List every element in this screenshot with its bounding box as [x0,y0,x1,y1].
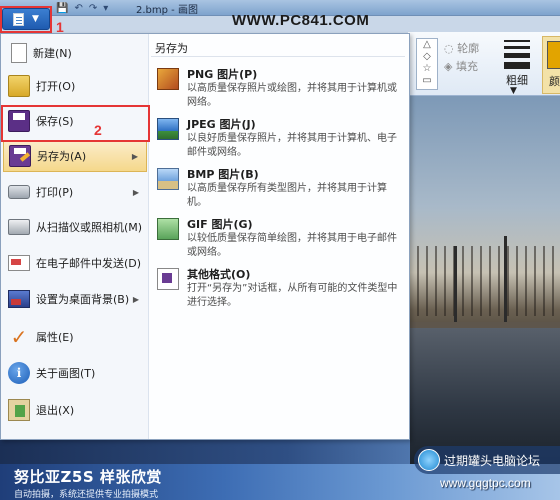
highlight-box-step2 [1,105,150,142]
properties-check-icon: ✓ [10,325,28,349]
thickness-dropdown-icon: ▼ [510,86,517,96]
fill-button[interactable]: ◈ 填充 [444,58,478,74]
exit-icon [8,399,30,421]
step-1-label: 1 [56,19,64,35]
banner-title: 努比亚Z5S 样张欣赏 [14,468,162,486]
scanner-icon [8,219,30,235]
save-as-png-option[interactable]: PNG 图片(P) 以高质量保存照片或绘图，并将其用于计算机或网络。 [153,64,405,120]
redo-icon[interactable]: ↷ [89,3,97,14]
trees-area [408,246,560,316]
printer-icon [8,185,30,199]
save-as-other-formats-option[interactable]: 其他格式(O) 打开“另存为”对话框，从所有可能的文件类型中进行选择。 [153,264,405,320]
bmp-image-icon [157,168,179,190]
email-icon [8,255,30,271]
forum-logo-icon [418,449,440,471]
street-lamp [454,246,457,326]
open-folder-icon [8,75,30,97]
shapes-gallery[interactable]: △ ◇ ☆ ▭ [416,38,438,90]
shape-triangle-icon[interactable]: △ [417,39,437,51]
color-swatch [547,41,560,69]
thickness-icon [504,40,530,73]
save-as-jpeg-option[interactable]: JPEG 图片(J) 以良好质量保存照片，并将其用于计算机、电子邮件或网络。 [153,114,405,170]
desktop-icon [8,290,30,308]
fill-icon: ◈ [444,60,456,73]
menu-item-from-scanner[interactable]: 从扫描仪或照相机(M) [3,212,147,242]
jpeg-image-icon [157,118,179,140]
shape-callout-icon[interactable]: ▭ [417,75,437,87]
street-lamp [504,236,507,326]
menu-item-new[interactable]: 新建(N) [3,38,147,68]
new-file-icon [11,43,27,63]
png-image-icon [157,68,179,90]
forum-url: www.gqgtpc.com [440,476,531,490]
canvas-image[interactable] [408,96,560,464]
color1-selector[interactable]: 颜色 [542,36,560,94]
menu-item-save-as[interactable]: 另存为(A) ▶ [3,140,147,172]
site-watermark: WWW.PC841.COM [232,12,370,29]
outline-button[interactable]: ◌ 轮廓 [444,40,479,56]
submenu-title: 另存为 [155,42,188,55]
forum-name: 过期罐头电脑论坛 [444,454,541,468]
shape-diamond-icon[interactable]: ◇ [417,51,437,63]
save-as-bmp-option[interactable]: BMP 图片(B) 以高质量保存所有类型图片，并将其用于计算机。 [153,164,405,220]
menu-item-properties[interactable]: ✓ 属性(E) [3,322,147,352]
save-icon[interactable]: 💾 [56,3,68,14]
gif-image-icon [157,218,179,240]
shape-star-icon[interactable]: ☆ [417,63,437,75]
submenu-arrow-icon: ▶ [132,294,139,304]
forum-watermark: 过期罐头电脑论坛 [414,446,560,474]
color1-label: 颜色 [549,75,560,88]
info-icon: i [8,362,30,384]
canvas-bottom-strip [0,440,410,464]
divider [151,56,405,57]
menu-item-print[interactable]: 打印(P) ▶ [3,177,147,207]
save-as-gif-option[interactable]: GIF 图片(G) 以较低质量保存简单绘图，并将其用于电子邮件或网络。 [153,214,405,270]
menu-item-open[interactable]: 打开(O) [3,71,147,101]
menu-item-set-desktop-bg[interactable]: 设置为桌面背景(B) ▶ [3,284,147,314]
submenu-arrow-icon: ▶ [131,151,138,161]
menu-item-send-email[interactable]: 在电子邮件中发送(D) [3,248,147,278]
submenu-arrow-icon: ▶ [132,187,139,197]
outline-icon: ◌ [444,42,458,55]
menu-command-list: 新建(N) 打开(O) 保存(S) 另存为(A) ▶ 打印(P) ▶ 从扫描仪或… [1,34,149,439]
paint-app-menu: 新建(N) 打开(O) 保存(S) 另存为(A) ▶ 打印(P) ▶ 从扫描仪或… [0,33,410,440]
window-title: 2.bmp - 画图 [136,5,198,16]
save-as-icon [9,145,31,167]
river-water [408,328,560,464]
menu-item-about[interactable]: i 关于画图(T) [3,358,147,388]
highlight-box-step1 [0,6,52,33]
other-formats-icon [157,268,179,290]
menu-item-exit[interactable]: 退出(X) [3,395,147,425]
undo-icon[interactable]: ↶ [74,3,82,14]
quick-access-toolbar: 💾 ↶ ↷ ▾ [56,1,108,15]
banner-subtitle: 自动拍摄，系统还提供专业拍摄模式 [14,490,159,500]
ribbon: △ ◇ ☆ ▭ ◌ 轮廓 ◈ 填充 粗细 ▼ 颜色 [408,32,560,96]
customize-dropdown-icon[interactable]: ▾ [103,3,108,14]
